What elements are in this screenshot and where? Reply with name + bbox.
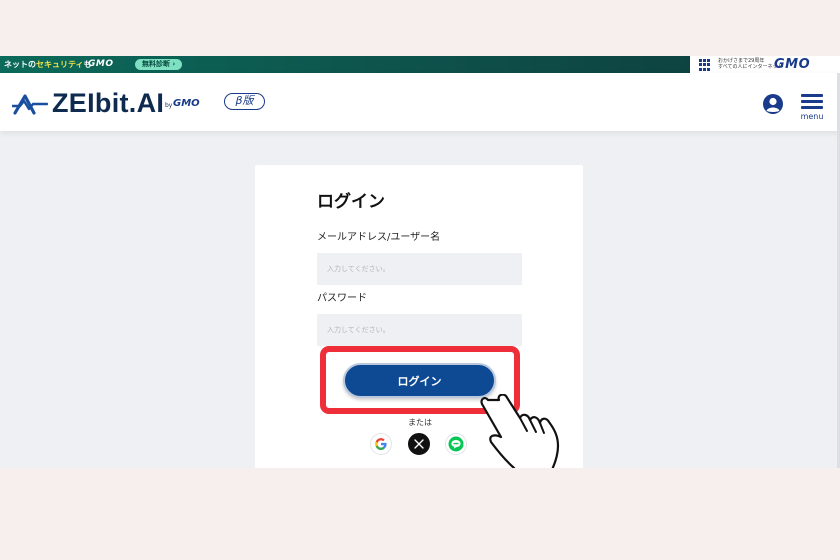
x-login-button[interactable]: [408, 433, 430, 455]
line-icon: [448, 436, 464, 452]
free-diagnosis-button[interactable]: 無料診断 ›: [135, 59, 182, 70]
email-field[interactable]: [317, 253, 522, 285]
screenshot-area: ネットのセキュリティも GMO 無料診断 › おかげさまで29周年 すべての人にイ…: [0, 56, 840, 468]
email-label: メールアドレス/ユーザー名: [317, 232, 441, 243]
grid-icon[interactable]: [699, 59, 711, 71]
site-logo-text[interactable]: ZEIbit.AI: [52, 87, 164, 119]
login-button[interactable]: ログイン: [343, 363, 496, 398]
google-login-button[interactable]: [370, 433, 392, 455]
security-message[interactable]: ネットのセキュリティも: [4, 59, 92, 70]
gmo-logo[interactable]: GMO: [774, 57, 810, 72]
menu-icon: [801, 94, 823, 97]
menu-button[interactable]: menu: [800, 93, 824, 121]
menu-label: menu: [800, 112, 824, 121]
login-title: ログイン: [317, 192, 385, 212]
password-label: パスワード: [317, 293, 367, 304]
logo-by-text: by: [165, 102, 173, 109]
gmo-top-bar: ネットのセキュリティも GMO 無料診断 › おかげさまで29周年 すべての人にイ…: [0, 56, 840, 73]
gmo-logo-small[interactable]: GMO: [88, 59, 114, 70]
google-icon: [375, 438, 387, 450]
beta-badge: β版: [224, 93, 265, 110]
site-header: ZEIbit.AI by GMO β版 menu: [0, 73, 840, 131]
zeibit-logo-mark-icon[interactable]: [12, 93, 48, 115]
or-divider-text: または: [408, 418, 432, 427]
gmo-group-banner[interactable]: おかげさまで29周年 すべての人にインターネット GMO: [690, 56, 840, 73]
password-field[interactable]: [317, 314, 522, 346]
pointing-hand-icon: [480, 394, 560, 468]
x-icon: [414, 439, 424, 449]
line-login-button[interactable]: [445, 433, 467, 455]
logo-gmo-text: GMO: [173, 98, 200, 109]
user-icon[interactable]: [762, 93, 784, 115]
gmo-tagline: おかげさまで29周年 すべての人にインターネット: [718, 58, 783, 70]
